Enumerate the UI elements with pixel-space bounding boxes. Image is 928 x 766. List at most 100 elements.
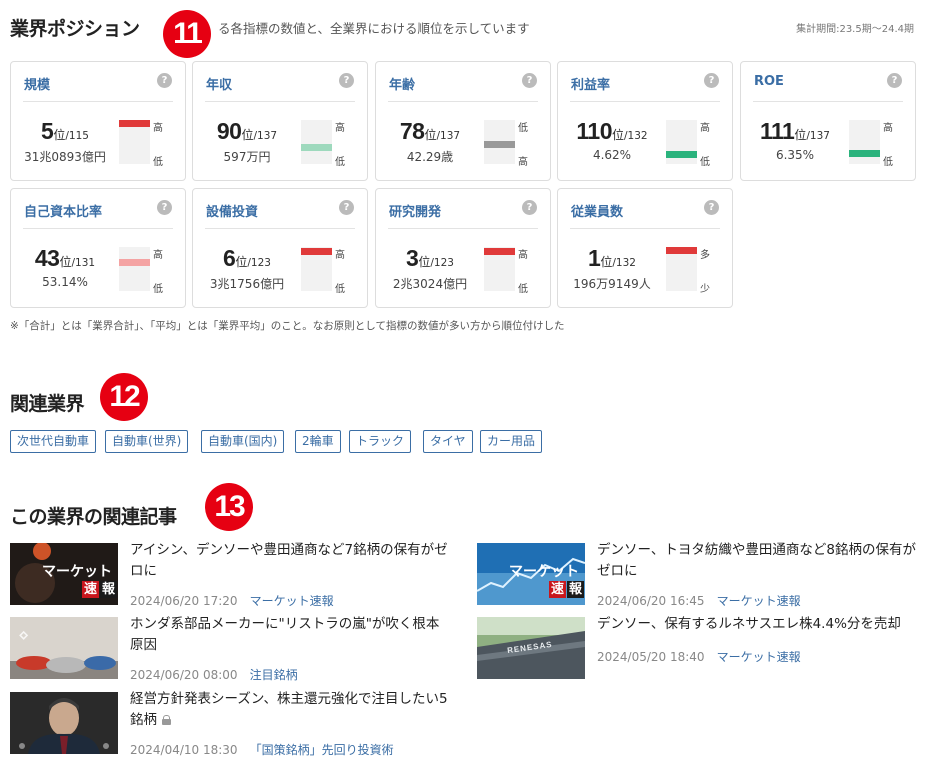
article-title-text[interactable]: デンソー、トヨタ紡織や豊田通商など8銘柄の保有がゼロに	[597, 542, 916, 579]
articles-title: この業界の関連記事	[10, 506, 177, 528]
help-icon[interactable]: ?	[339, 73, 354, 88]
article-category-link[interactable]: マーケット速報	[717, 650, 801, 664]
rank-total: /115	[65, 130, 89, 142]
indicator-value: 31兆0893億円	[24, 150, 106, 164]
indicator-label[interactable]: 規模	[24, 74, 50, 93]
indicator-card: 設備投資 ? 6位/123 3兆1756億円 高 低	[192, 188, 368, 308]
rank-number: 3	[406, 245, 419, 271]
divider	[23, 228, 173, 229]
indicator-label[interactable]: 年齢	[389, 74, 415, 93]
related-industry-tag[interactable]: 次世代自動車	[10, 430, 97, 453]
indicator-label[interactable]: 利益率	[571, 74, 610, 93]
rank-gauge-marker	[666, 151, 697, 158]
article-category-link[interactable]: マーケット速報	[717, 594, 801, 608]
gauge-top-label: 高	[335, 250, 345, 261]
article-title-text[interactable]: ホンダ系部品メーカーに"リストラの嵐"が吹く根本原因	[130, 616, 439, 653]
gauge-bottom-label: 低	[518, 284, 528, 295]
step-badge-13: 13	[205, 483, 253, 531]
help-icon[interactable]: ?	[887, 73, 902, 88]
gauge-bottom-label: 低	[153, 284, 163, 295]
rank-number: 90	[216, 118, 242, 144]
gauge-top-label: 高	[883, 123, 893, 134]
help-icon[interactable]: ?	[522, 200, 537, 215]
article-title-text[interactable]: 経営方針発表シーズン、株主還元強化で注目したい5銘柄	[130, 691, 448, 728]
lock-icon	[162, 715, 171, 725]
indicator-value: 597万円	[223, 150, 271, 164]
indicator-label[interactable]: 研究開発	[389, 201, 441, 220]
article-title-text[interactable]: アイシン、デンソーや豊田通商など7銘柄の保有がゼロに	[130, 542, 448, 579]
rank-total: /137	[253, 130, 278, 142]
article-title[interactable]: デンソー、トヨタ紡織や豊田通商など8銘柄の保有がゼロに	[597, 540, 917, 582]
thumb-caption-speed: 速	[549, 581, 567, 598]
article-thumbnail[interactable]: RENESAS	[477, 617, 585, 679]
indicator-label[interactable]: 年収	[206, 74, 232, 93]
gauge-bottom-label: 高	[518, 157, 528, 168]
rank-gauge	[484, 247, 515, 291]
rank-gauge-marker	[119, 120, 150, 127]
article-date: 2024/05/20 18:40	[597, 650, 705, 664]
rank-total: /131	[71, 257, 96, 269]
indicator-label[interactable]: 従業員数	[571, 201, 623, 220]
article-title[interactable]: ホンダ系部品メーカーに"リストラの嵐"が吹く根本原因	[130, 614, 450, 656]
gauge-bottom-label: 低	[883, 157, 893, 168]
related-industry-tag[interactable]: 自動車(国内)	[201, 430, 285, 453]
article-title-text[interactable]: デンソー、保有するルネサスエレ株4.4%分を売却	[597, 616, 901, 632]
indicator-value: 4.62%	[592, 148, 632, 162]
rank-gauge	[484, 120, 515, 164]
rank-value: 3位/123	[376, 245, 484, 272]
indicator-value: 42.29歳	[406, 150, 454, 164]
indicator-value: 196万9149人	[573, 277, 651, 291]
indicator-value: 53.14%	[42, 275, 88, 289]
help-icon[interactable]: ?	[704, 73, 719, 88]
gauge-top-label: 高	[153, 250, 163, 261]
help-icon[interactable]: ?	[157, 200, 172, 215]
article-thumbnail[interactable]: マーケット 速 報	[477, 543, 585, 605]
thumb-caption-report: 報	[567, 581, 585, 598]
rank-gauge	[849, 120, 880, 164]
rank-number: 1	[588, 245, 601, 271]
article-date: 2024/04/10 18:30	[130, 743, 238, 757]
divider	[388, 228, 538, 229]
position-description: る各指標の数値と、全業界における順位を示しています	[218, 21, 530, 36]
article-meta: 2024/04/10 18:30 「国策銘柄」先回り投資術	[130, 741, 394, 758]
indicator-label[interactable]: ROE	[754, 74, 784, 89]
indicator-card: ROE ? 111位/137 6.35% 高 低	[740, 61, 916, 181]
article-thumbnail[interactable]	[10, 692, 118, 754]
divider	[205, 228, 355, 229]
article-category-link[interactable]: マーケット速報	[250, 594, 334, 608]
indicator-label[interactable]: 自己資本比率	[24, 201, 102, 220]
gauge-top-label: 高	[518, 250, 528, 261]
article-title[interactable]: デンソー、保有するルネサスエレ株4.4%分を売却	[597, 614, 917, 635]
help-icon[interactable]: ?	[522, 73, 537, 88]
article-category-link[interactable]: 「国策銘柄」先回り投資術	[250, 743, 394, 757]
help-icon[interactable]: ?	[157, 73, 172, 88]
rank-unit: 位	[418, 255, 431, 269]
article-thumbnail[interactable]: ⋄	[10, 617, 118, 679]
rank-unit: 位	[59, 255, 72, 269]
rank-value: 1位/132	[558, 245, 666, 272]
related-industry-tag[interactable]: カー用品	[480, 430, 543, 453]
rank-unit: 位	[600, 255, 613, 269]
rank-total: /132	[624, 130, 648, 142]
related-industry-tag[interactable]: トラック	[349, 430, 412, 453]
gauge-top-label: 多	[700, 250, 710, 261]
article-title[interactable]: アイシン、デンソーや豊田通商など7銘柄の保有がゼロに	[130, 540, 450, 582]
article-title[interactable]: 経営方針発表シーズン、株主還元強化で注目したい5銘柄	[130, 689, 450, 731]
rank-value: 6位/123	[193, 245, 301, 272]
related-industry-tag[interactable]: 自動車(世界)	[105, 430, 189, 453]
help-icon[interactable]: ?	[339, 200, 354, 215]
article-category-link[interactable]: 注目銘柄	[250, 668, 298, 682]
related-industry-tag[interactable]: タイヤ	[423, 430, 473, 453]
rank-unit: 位	[235, 255, 248, 269]
rank-gauge	[301, 247, 332, 291]
indicator-value: 6.35%	[775, 148, 815, 162]
rank-unit: 位	[612, 128, 625, 142]
indicator-card: 年齢 ? 78位/137 42.29歳 低 高	[375, 61, 551, 181]
rank-gauge	[119, 120, 150, 164]
rank-number: 78	[399, 118, 425, 144]
help-icon[interactable]: ?	[704, 200, 719, 215]
related-industry-tag[interactable]: 2輪車	[295, 430, 341, 453]
indicator-label[interactable]: 設備投資	[206, 201, 258, 220]
article-thumbnail[interactable]: マーケット 速 報	[10, 543, 118, 605]
rank-unit: 位	[241, 128, 254, 142]
